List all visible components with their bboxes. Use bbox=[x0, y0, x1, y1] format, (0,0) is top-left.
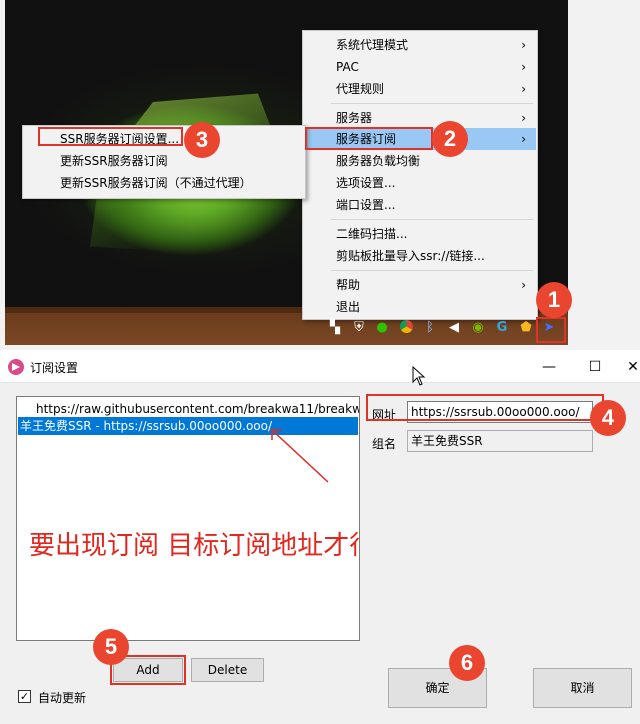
group-input[interactable]: 羊王免费SSR bbox=[407, 430, 593, 452]
menu-item-proxy-rules[interactable]: 代理规则 › bbox=[304, 78, 536, 100]
auto-update-label: 自动更新 bbox=[38, 691, 87, 705]
mouse-cursor-icon bbox=[412, 366, 426, 386]
chevron-right-icon: › bbox=[521, 111, 526, 125]
menu-item-exit[interactable]: 退出 bbox=[304, 296, 536, 318]
group-label: 组名 bbox=[372, 437, 397, 451]
maximize-button[interactable]: ☐ bbox=[572, 352, 618, 382]
shield-icon[interactable]: ⬟ bbox=[518, 320, 534, 336]
g-icon[interactable]: G bbox=[494, 320, 510, 336]
highlight-box-2 bbox=[305, 127, 433, 150]
close-button[interactable]: ✕ bbox=[618, 352, 640, 382]
menu-separator bbox=[331, 219, 533, 220]
menu-item-qr-scan[interactable]: 二维码扫描... bbox=[304, 223, 536, 245]
speaker-icon[interactable]: ◀ bbox=[446, 320, 462, 336]
chevron-right-icon: › bbox=[521, 38, 526, 52]
app-icon bbox=[8, 359, 24, 375]
bluetooth-icon[interactable]: ᛒ bbox=[422, 320, 438, 336]
step-badge-5: 5 bbox=[93, 629, 129, 665]
delete-button[interactable]: Delete bbox=[191, 658, 264, 682]
wechat-icon[interactable]: ● bbox=[374, 320, 390, 336]
highlight-box-4 bbox=[366, 394, 604, 421]
chevron-right-icon: › bbox=[521, 82, 526, 96]
step-badge-6: 6 bbox=[449, 645, 485, 681]
step-badge-3: 3 bbox=[184, 122, 220, 158]
checkbox-check-icon[interactable]: ✓ bbox=[18, 690, 31, 703]
cancel-button[interactable]: 取消 bbox=[533, 668, 632, 708]
menu-item-servers[interactable]: 服务器 › bbox=[304, 107, 536, 129]
step-badge-2: 2 bbox=[432, 121, 468, 157]
chevron-right-icon: › bbox=[521, 60, 526, 74]
desktop-screenshot: 系统代理模式 › PAC › 代理规则 › 服务器 › 服务器订阅 › 服务器负载均衡 选… bbox=[0, 0, 640, 350]
ssr-paper-plane-icon[interactable]: ➤ bbox=[541, 320, 557, 336]
chevron-right-icon: › bbox=[521, 132, 526, 146]
menu-item-options[interactable]: 选项设置... bbox=[304, 172, 536, 194]
nvidia-icon[interactable]: ◉ bbox=[470, 320, 486, 336]
step-badge-1: 1 bbox=[536, 282, 572, 318]
minimize-button[interactable]: — bbox=[526, 352, 572, 382]
window-title: 订阅设置 bbox=[30, 361, 79, 375]
chevron-right-icon: › bbox=[521, 278, 526, 292]
menu-separator bbox=[331, 270, 533, 271]
annotation-arrow bbox=[271, 429, 329, 483]
menu-item-load-balance[interactable]: 服务器负载均衡 bbox=[304, 150, 536, 172]
windows-ink-icon[interactable]: ▚ bbox=[327, 320, 343, 336]
submenu-item-update-subscription[interactable]: 更新SSR服务器订阅 bbox=[24, 150, 304, 172]
annotation-text: 要出现订阅 目标订阅地址才行 bbox=[29, 531, 360, 561]
subscription-settings-dialog: 订阅设置 — ☐ ✕ https://raw.githubusercontent… bbox=[0, 352, 640, 724]
menu-separator bbox=[331, 103, 533, 104]
title-bar[interactable]: 订阅设置 — ☐ ✕ bbox=[0, 352, 640, 383]
tray-context-menu: 系统代理模式 › PAC › 代理规则 › 服务器 › 服务器订阅 › 服务器负载均衡 选… bbox=[302, 30, 538, 320]
highlight-box-3 bbox=[38, 127, 183, 146]
menu-item-import-clipboard[interactable]: 剪贴板批量导入ssr://链接... bbox=[304, 245, 536, 267]
step-badge-4: 4 bbox=[590, 400, 626, 436]
menu-item-help[interactable]: 帮助 › bbox=[304, 274, 536, 296]
menu-item-port-settings[interactable]: 端口设置... bbox=[304, 194, 536, 216]
menu-item-system-proxy-mode[interactable]: 系统代理模式 › bbox=[304, 34, 536, 56]
chrome-icon[interactable] bbox=[398, 320, 414, 336]
list-item[interactable]: https://raw.githubusercontent.com/breakw… bbox=[18, 400, 359, 418]
defender-icon[interactable]: ⛨ bbox=[351, 320, 367, 336]
menu-item-pac[interactable]: PAC › bbox=[304, 56, 536, 78]
submenu-item-update-no-proxy[interactable]: 更新SSR服务器订阅（不通过代理） bbox=[24, 172, 304, 194]
